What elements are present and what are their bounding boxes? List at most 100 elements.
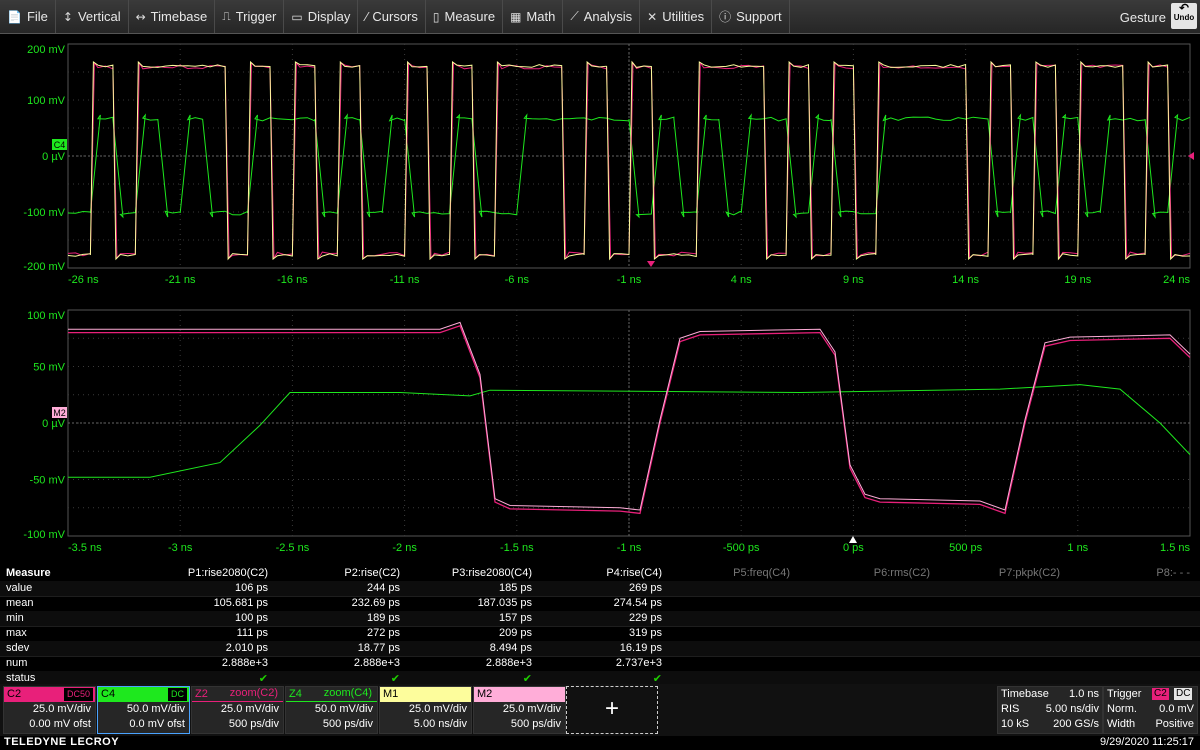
measure-column-header[interactable]: P1:rise2080(C2) (168, 567, 268, 579)
measure-column-header[interactable]: P8:- - - (1090, 567, 1190, 579)
measure-row-label: status (6, 672, 36, 684)
measure-cell: 105.681 ps (213, 597, 268, 609)
menu-cursors[interactable]: ⁄ Cursors (358, 0, 426, 33)
descriptor-m2[interactable]: M2 25.0 mV/div 500 ps/div (473, 686, 566, 734)
descriptor-c2[interactable]: C2 DC50 25.0 mV/div 0.00 mV ofst (3, 686, 96, 734)
trigger-descriptor[interactable]: Trigger C2 DC Norm. 0.0 mV Width Positiv… (1103, 686, 1198, 734)
descriptor-line1: 50.0 mV/div (126, 703, 185, 715)
date-time: 9/29/2020 11:25:17 (1100, 736, 1194, 748)
menu-analysis-label: Analysis (583, 9, 633, 24)
m2-ground-marker[interactable]: M2 (52, 407, 67, 418)
menu-trigger[interactable]: ⎍ Trigger (215, 0, 285, 33)
zoom-grid-ylabel: 0 µV (42, 418, 66, 430)
zoom-grid-xlabel: -1.5 ns (500, 542, 534, 554)
menu-support-label: Support (736, 9, 782, 24)
descriptor-tag: zoom(C4) (323, 687, 372, 699)
footer: TELEDYNE LECROY 9/29/2020 11:25:17 (0, 736, 1200, 750)
top-grid-xlabel: -1 ns (617, 274, 642, 286)
timebase-descriptor[interactable]: Timebase 1.0 ns RIS 5.00 ns/div 10 kS 20… (997, 686, 1103, 734)
descriptor-m1[interactable]: M1 25.0 mV/div 5.00 ns/div (379, 686, 472, 734)
measure-column-header[interactable]: P2:rise(C2) (300, 567, 400, 579)
zoom-trigger-marker (849, 536, 857, 543)
descriptor-line1: 25.0 mV/div (408, 703, 467, 715)
descriptor-label: M2 (477, 688, 493, 700)
top-grid-xlabel: 24 ns (1163, 274, 1190, 286)
top-grid[interactable]: 200 mV 100 mV 0 µV -100 mV -200 mV-26 ns -21 … (23, 43, 1194, 286)
menu-display[interactable]: ▭ Display (284, 0, 359, 33)
menu-file[interactable]: 📄 File (0, 0, 56, 33)
undo-icon: ↶ (1178, 1, 1190, 15)
trigger-title: Trigger (1107, 688, 1142, 700)
measure-cell: 185 ps (498, 582, 532, 594)
undo-button[interactable]: ↶ Undo (1171, 1, 1197, 29)
support-icon: ⓘ (719, 10, 732, 24)
trigger-type: Width (1107, 718, 1136, 730)
zoom-grid-xlabel: -3 ns (168, 542, 193, 554)
display-icon: ▭ (291, 9, 303, 24)
top-grid-ylabel: -200 mV (23, 261, 65, 273)
menu-timebase-label: Timebase (150, 9, 208, 24)
descriptor-label: M1 (383, 688, 399, 700)
add-trace-button[interactable]: + (566, 686, 658, 734)
menu-math-label: Math (526, 9, 556, 24)
menu-support[interactable]: ⓘ Support (712, 0, 790, 33)
menu-display-label: Display (307, 9, 351, 24)
menu-math[interactable]: ▦ Math (503, 0, 564, 33)
measure-row-label: mean (6, 597, 34, 609)
measure-table[interactable]: Measure P1:rise2080(C2) P2:rise(C2) P3:rise… (0, 566, 1200, 687)
top-grid-xlabel: 14 ns (952, 274, 979, 286)
analysis-icon: ⟋ (570, 9, 579, 23)
waveform-display[interactable]: 200 mV 100 mV 0 µV -100 mV -200 mV-26 ns -21 … (0, 34, 1200, 556)
descriptor-z2[interactable]: Z2 zoom(C2) 25.0 mV/div 500 ps/div (191, 686, 284, 734)
measure-cell: 2.737e+3 (615, 657, 662, 669)
menu-utilities-label: Utilities (662, 9, 705, 24)
zoom-grid-xlabel: -2 ns (392, 542, 417, 554)
utilities-icon: ✕ (647, 9, 658, 24)
descriptor-line2: 5.00 ns/div (413, 718, 467, 730)
descriptor-z4[interactable]: Z4 zoom(C4) 50.0 mV/div 500 ps/div (285, 686, 378, 734)
timebase-icon: ↔ (135, 9, 146, 24)
trigger-slope: Positive (1155, 718, 1194, 730)
timebase-samples: 10 kS (1001, 718, 1030, 730)
menu-measure[interactable]: ▯ Measure (426, 0, 504, 33)
measure-row-num: num 2.888e+3 2.888e+3 2.888e+3 2.737e+3 (0, 656, 1200, 672)
menu-vertical[interactable]: ↕ Vertical (56, 0, 129, 33)
measure-cell: 2.888e+3 (221, 657, 268, 669)
trigger-icon: ⎍ (222, 9, 231, 23)
cursors-icon: ⁄ (365, 9, 368, 24)
gesture-label[interactable]: Gesture (1120, 10, 1166, 25)
measure-column-header[interactable]: P7:pkpk(C2) (960, 567, 1060, 579)
measure-cell: 100 ps (234, 612, 268, 624)
menu-utilities[interactable]: ✕ Utilities (640, 0, 713, 33)
zoom-grid-xlabel: 500 ps (949, 542, 983, 554)
menu-timebase[interactable]: ↔ Timebase (129, 0, 216, 33)
menu-analysis[interactable]: ⟋ Analysis (563, 0, 641, 33)
undo-label: Undo (1173, 13, 1195, 22)
measure-column-header[interactable]: P3:rise2080(C4) (432, 567, 532, 579)
measure-title[interactable]: Measure (6, 567, 51, 579)
measure-cell: 2.010 ps (225, 642, 268, 654)
zoom-grid-xlabel: -2.5 ns (276, 542, 310, 554)
zoom-grid[interactable]: 100 mV 50 mV 0 µV -50 mV -100 mV-3.5 ns -3 ns… (23, 309, 1191, 554)
measure-cell: 232.69 ps (351, 597, 400, 609)
measure-column-header[interactable]: P6:rms(C2) (830, 567, 930, 579)
c4-ground-marker[interactable]: C4 (52, 139, 67, 150)
menu-file-label: File (26, 9, 48, 24)
measure-cell: 18.77 ps (357, 642, 400, 654)
zoom-grid-ylabel: -50 mV (30, 475, 66, 487)
menu-measure-label: Measure (444, 9, 496, 24)
descriptor-c4[interactable]: C4 DC 50.0 mV/div 0.0 mV ofst (97, 686, 190, 734)
measure-cell: 189 ps (366, 612, 400, 624)
measure-column-header[interactable]: P5:freq(C4) (690, 567, 790, 579)
timebase-div: 5.00 ns/div (1045, 703, 1099, 715)
measure-row-label: sdev (6, 642, 30, 654)
m2-marker-label: M2 (53, 408, 66, 418)
measure-column-header[interactable]: P4:rise(C4) (562, 567, 662, 579)
timebase-rate: 200 GS/s (1053, 718, 1099, 730)
zoom-grid-xlabel: -500 ps (723, 542, 760, 554)
timebase-delay: 1.0 ns (1069, 688, 1099, 700)
zoom-grid-ylabel: -100 mV (23, 529, 65, 541)
trigger-source: C2 (1152, 688, 1169, 700)
measure-cell: 2.888e+3 (485, 657, 532, 669)
top-grid-ylabel: 0 µV (42, 151, 66, 163)
